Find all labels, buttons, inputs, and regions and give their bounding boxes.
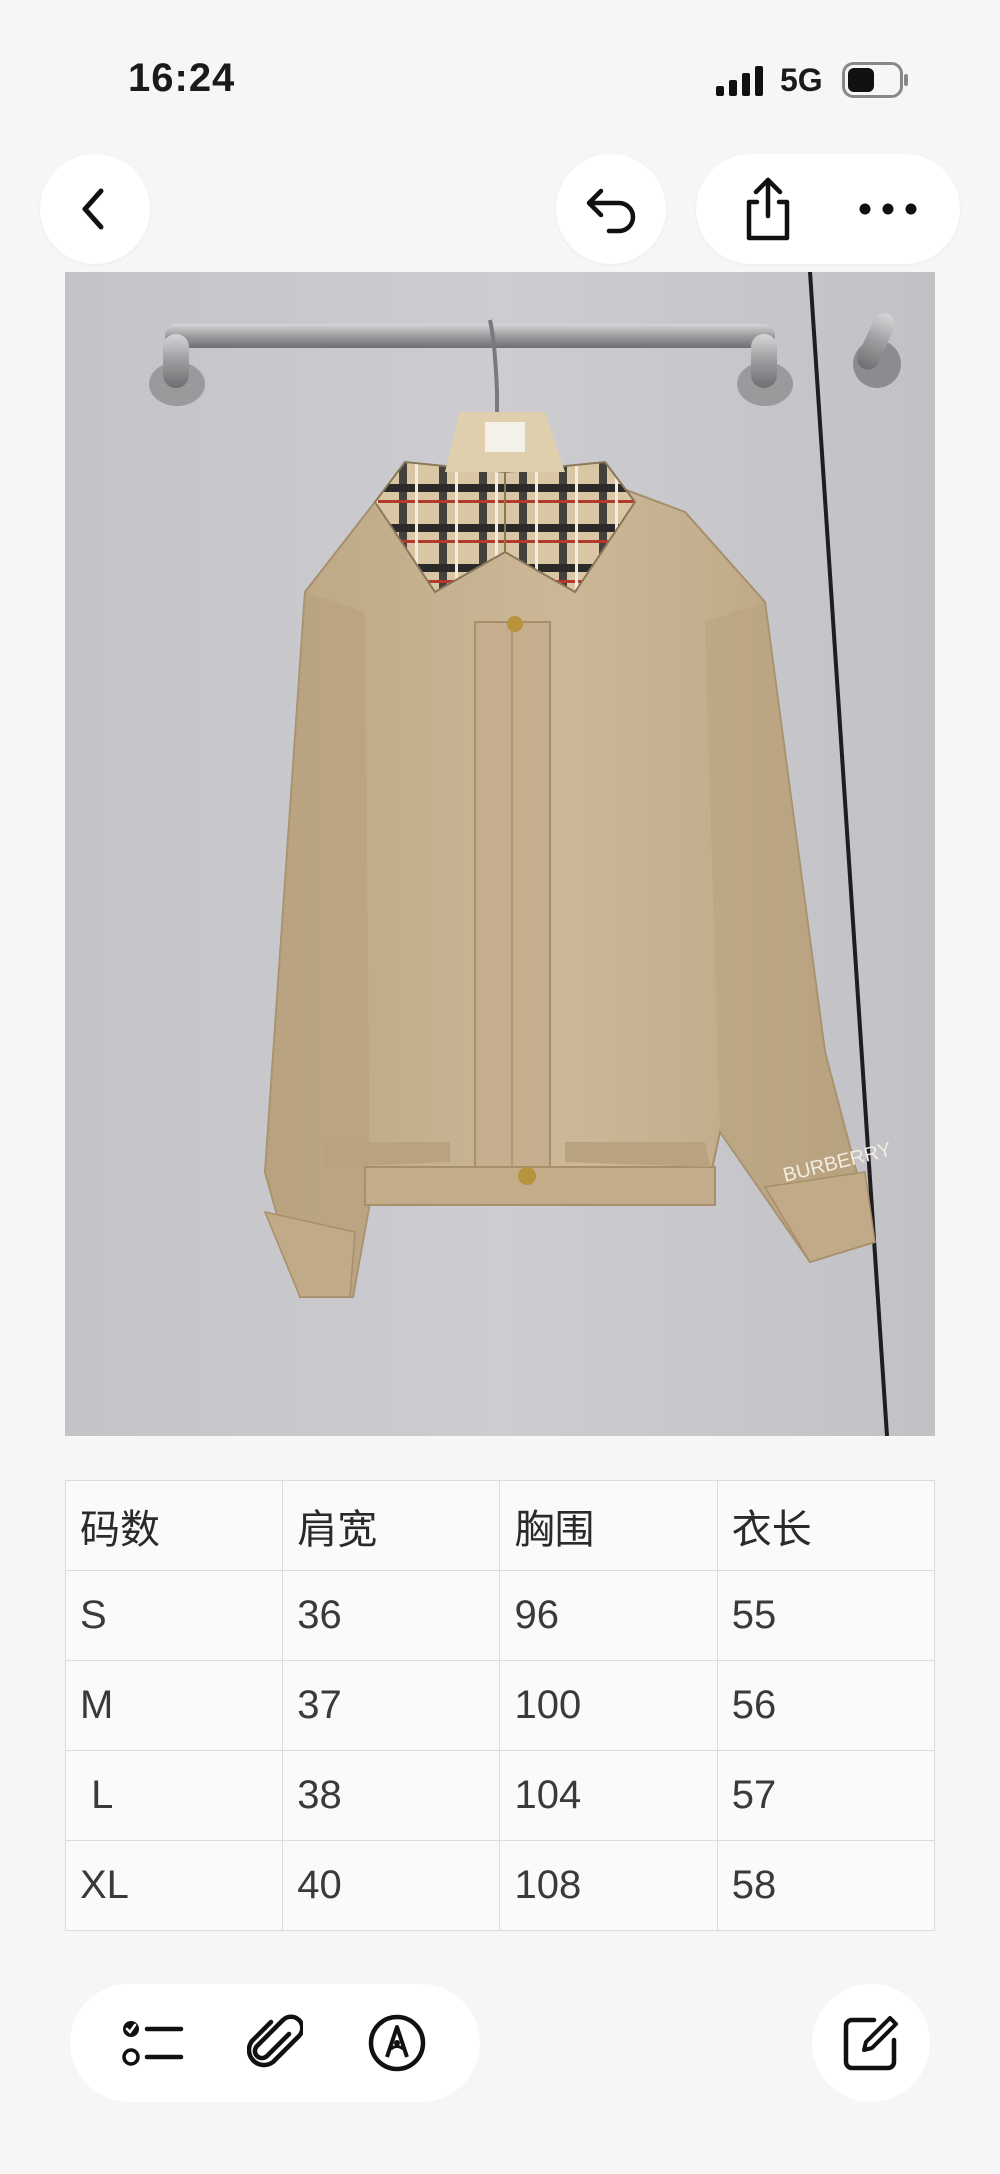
cell-length: 55	[716, 1570, 936, 1661]
cell-size: M	[64, 1660, 284, 1751]
header-shoulder: 肩宽	[282, 1480, 501, 1571]
pen-markup-icon	[368, 2014, 426, 2072]
cell-length: 57	[716, 1750, 936, 1841]
cell-shoulder: 36	[282, 1570, 501, 1661]
network-label: 5G	[780, 62, 823, 98]
battery-icon	[842, 62, 908, 98]
undo-icon	[586, 188, 636, 234]
cell-shoulder: 38	[282, 1750, 501, 1841]
share-icon	[746, 177, 790, 241]
cell-size: L	[64, 1750, 284, 1841]
cellular-signal-icon	[716, 66, 763, 96]
cell-chest: 104	[499, 1750, 718, 1841]
cell-chest: 100	[499, 1660, 718, 1751]
bottom-toolbar	[70, 1984, 480, 2102]
paperclip-icon	[247, 2014, 303, 2068]
back-button[interactable]	[40, 154, 150, 264]
table-row: L 38 104 57	[64, 1750, 936, 1841]
status-time: 16:24	[128, 56, 236, 100]
header-size: 码数	[64, 1480, 284, 1571]
cell-length: 58	[716, 1840, 936, 1931]
header-length: 衣长	[716, 1480, 936, 1571]
table-row: S 36 96 55	[64, 1570, 936, 1661]
markup-button[interactable]	[352, 1998, 442, 2088]
table-header-row: 码数 肩宽 胸围 衣长	[64, 1480, 936, 1571]
compose-button[interactable]	[812, 1984, 930, 2102]
compose-icon	[843, 2016, 898, 2071]
checklist-button[interactable]	[108, 1998, 198, 2088]
cell-chest: 96	[499, 1570, 718, 1661]
table-row: M 37 100 56	[64, 1660, 936, 1751]
jacket-illustration: BURBERRY	[65, 272, 935, 1436]
table-row: XL 40 108 58	[64, 1840, 936, 1931]
attach-button[interactable]	[230, 1998, 320, 2088]
cell-shoulder: 40	[282, 1840, 501, 1931]
cell-shoulder: 37	[282, 1660, 501, 1751]
cell-chest: 108	[499, 1840, 718, 1931]
undo-button[interactable]	[556, 154, 666, 264]
cell-size: S	[64, 1570, 284, 1661]
share-more-group	[696, 154, 960, 264]
more-dots-icon	[859, 203, 917, 215]
share-button[interactable]	[723, 164, 813, 254]
chevron-left-icon	[82, 188, 104, 230]
cell-length: 56	[716, 1660, 936, 1751]
more-button[interactable]	[843, 164, 933, 254]
header-chest: 胸围	[499, 1480, 718, 1571]
status-bar: 16:24 5G	[0, 0, 1000, 140]
product-photo: BURBERRY	[65, 272, 935, 1436]
checklist-icon	[122, 2021, 184, 2066]
cell-size: XL	[64, 1840, 284, 1931]
size-table: 码数 肩宽 胸围 衣长 S 36 96 55 M 37 100 56 L 38 …	[64, 1480, 936, 1931]
